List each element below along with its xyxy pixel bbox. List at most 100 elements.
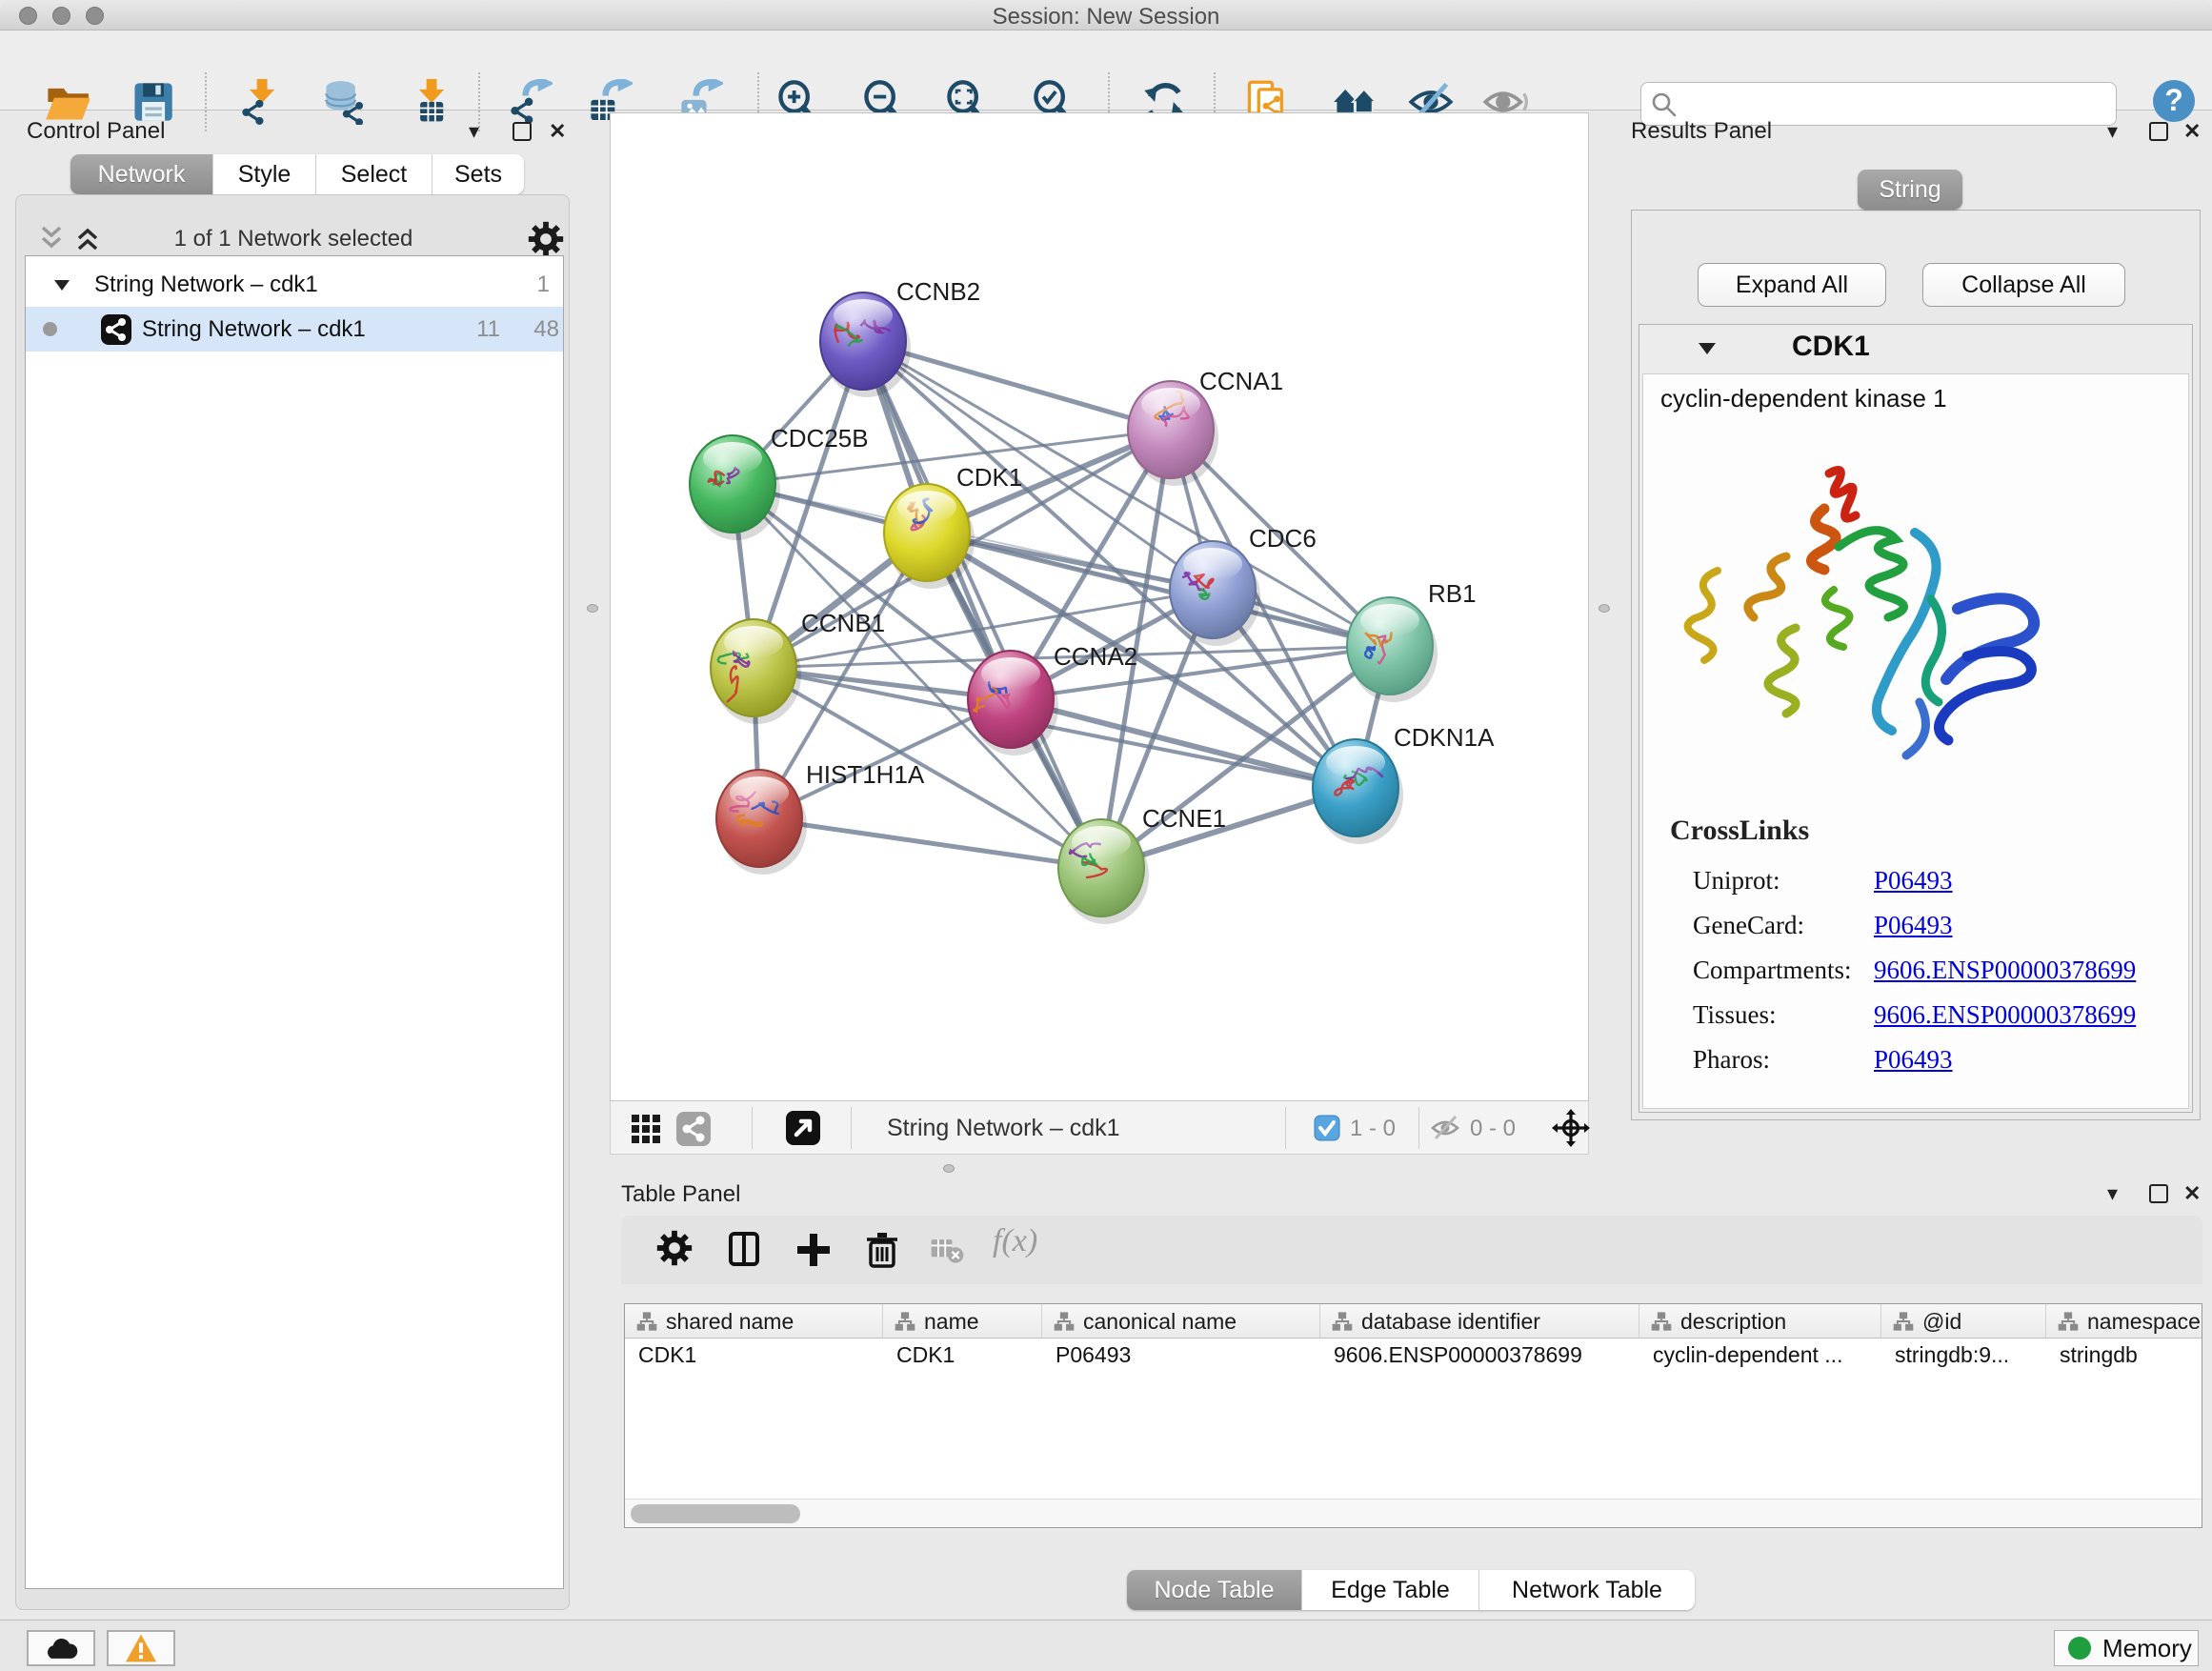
tab-select[interactable]: Select (316, 154, 432, 194)
title-bar: Session: New Session (0, 0, 2212, 30)
node-label-RB1: RB1 (1428, 579, 1477, 608)
crosslink-label-uniprot: Uniprot: (1693, 866, 1780, 896)
network-edges[interactable] (733, 341, 1390, 868)
right-splitter-grip[interactable] (1599, 604, 1610, 613)
network-row-selected[interactable]: String Network – cdk1 11 48 (26, 307, 563, 352)
tab-network[interactable]: Network (70, 154, 213, 194)
control-panel-float-icon[interactable]: ▾ (469, 121, 479, 142)
export-network-button[interactable] (507, 79, 553, 125)
network-edge-count: 48 (502, 316, 559, 343)
delete-column-icon[interactable] (861, 1229, 903, 1271)
table-cell[interactable]: P06493 (1042, 1342, 1320, 1377)
table-cell[interactable]: CDK1 (625, 1342, 883, 1377)
table-cell[interactable]: stringdb:9... (1881, 1342, 2046, 1377)
tab-network-table[interactable]: Network Table (1479, 1570, 1695, 1610)
tab-edge-table[interactable]: Edge Table (1302, 1570, 1479, 1610)
column-header-shared-name[interactable]: shared name (625, 1304, 883, 1339)
table-cell[interactable]: stringdb (2046, 1342, 2202, 1377)
selected-checkbox-icon[interactable] (1314, 1115, 1340, 1141)
network-share-view-icon[interactable] (675, 1111, 712, 1147)
network-collection-row[interactable]: String Network – cdk1 1 (26, 262, 563, 307)
memory-label: Memory (2102, 1634, 2192, 1663)
warnings-button[interactable] (107, 1630, 175, 1666)
help-button[interactable]: ? (2151, 78, 2197, 124)
node-RB1[interactable]: RB1 (1347, 579, 1477, 702)
column-header-id[interactable]: @id (1881, 1304, 2046, 1339)
node-CDC6[interactable]: CDC6 (1170, 524, 1317, 646)
hidden-count: 0 - 0 (1470, 1116, 1516, 1142)
tab-string[interactable]: String (1858, 170, 1962, 210)
node-label-CCNB2: CCNB2 (896, 277, 980, 306)
crosslink-link-pharos[interactable]: P06493 (1874, 1045, 1953, 1075)
application-window: Session: New Session ? Control Panel ▾ ✕… (0, 0, 2212, 1671)
network-canvas[interactable]: CCNB2 CCNA1 CDC25B CDK1 CDC6 RB1 (610, 112, 1589, 1101)
control-panel-maximize-icon[interactable] (513, 122, 532, 141)
node-CDC25B[interactable]: CDC25B (690, 424, 869, 540)
collection-expander-icon[interactable] (52, 277, 71, 292)
node-HIST1H1A[interactable]: HIST1H1A (716, 760, 925, 875)
control-panel-close-icon[interactable]: ✕ (549, 121, 566, 142)
memory-button[interactable]: Memory (2054, 1630, 2199, 1666)
column-header-database-identifier[interactable]: database identifier (1320, 1304, 1639, 1339)
node-label-CCNB1: CCNB1 (801, 609, 885, 637)
table-cell[interactable]: CDK1 (883, 1342, 1042, 1377)
bottom-splitter-grip[interactable] (943, 1164, 955, 1173)
protein-3d-structure (1681, 456, 2053, 792)
add-column-icon[interactable] (793, 1229, 835, 1271)
column-header-canonical-name[interactable]: canonical name (1042, 1304, 1320, 1339)
network-options-gear-icon[interactable] (527, 220, 565, 258)
left-splitter-grip[interactable] (587, 604, 598, 613)
node-table[interactable]: shared name name canonical name database… (624, 1303, 2202, 1528)
results-panel-maximize-icon[interactable] (2149, 122, 2168, 141)
table-panel-close-icon[interactable]: ✕ (2183, 1183, 2201, 1204)
node-CCNB1[interactable]: CCNB1 (711, 609, 885, 724)
crosslink-link-compartments[interactable]: 9606.ENSP00000378699 (1874, 956, 2136, 985)
table-horizontal-scrollbar[interactable] (625, 1499, 2202, 1527)
import-table-button[interactable] (408, 79, 453, 125)
node-CCNE1[interactable]: CCNE1 (1058, 804, 1226, 924)
node-result-expander-icon[interactable] (1697, 340, 1718, 357)
column-header-namespace[interactable]: namespace (2046, 1304, 2202, 1339)
window-title: Session: New Session (0, 4, 2212, 30)
selected-count: 1 - 0 (1350, 1116, 1396, 1142)
import-network-from-database-button[interactable] (322, 79, 368, 125)
collapse-all-button[interactable]: Collapse All (1922, 263, 2125, 307)
crosslink-link-tissues[interactable]: 9606.ENSP00000378699 (1874, 1000, 2136, 1030)
node-label-CCNA1: CCNA1 (1199, 367, 1283, 395)
results-panel-close-icon[interactable]: ✕ (2183, 121, 2201, 142)
node-result-detail: cyclin-dependent kinase 1 CrossLinks Uni… (1642, 373, 2189, 1109)
crosslink-link-uniprot[interactable]: P06493 (1874, 866, 1953, 896)
grid-view-icon[interactable] (630, 1113, 662, 1145)
column-header-name[interactable]: name (883, 1304, 1042, 1339)
search-input[interactable] (1687, 87, 2106, 121)
node-CCNB2[interactable]: CCNB2 (820, 277, 980, 397)
tab-style[interactable]: Style (213, 154, 316, 194)
node-CDKN1A[interactable]: CDKN1A (1313, 723, 1495, 844)
expand-all-button[interactable]: Expand All (1698, 263, 1886, 307)
detach-view-icon[interactable] (784, 1109, 822, 1147)
table-panel-maximize-icon[interactable] (2149, 1184, 2168, 1203)
collection-count: 1 (483, 272, 550, 298)
table-panel-float-icon[interactable]: ▾ (2107, 1183, 2118, 1204)
birdseye-nav-icon[interactable] (1552, 1109, 1590, 1147)
results-panel-float-icon[interactable]: ▾ (2107, 121, 2118, 142)
crosslink-label-genecard: GeneCard: (1693, 911, 1804, 940)
scrollbar-thumb[interactable] (631, 1504, 800, 1523)
string-app-badge-icon (100, 313, 132, 346)
cloud-button[interactable] (27, 1630, 95, 1666)
node-CCNA1[interactable]: CCNA1 (1128, 367, 1283, 486)
column-header-description[interactable]: description (1639, 1304, 1881, 1339)
node-label-HIST1H1A: HIST1H1A (806, 760, 925, 789)
import-network-button[interactable] (238, 79, 284, 125)
network-view-title: String Network – cdk1 (887, 1115, 1120, 1142)
crosslink-link-genecard[interactable]: P06493 (1874, 911, 1953, 940)
tab-node-table[interactable]: Node Table (1127, 1570, 1302, 1610)
delete-table-icon-disabled (928, 1229, 966, 1271)
show-columns-icon[interactable] (724, 1229, 766, 1271)
table-cell[interactable]: 9606.ENSP00000378699 (1320, 1342, 1639, 1377)
status-bar: Memory (0, 1620, 2212, 1671)
table-cell[interactable]: cyclin-dependent ... (1639, 1342, 1881, 1377)
table-options-gear-icon[interactable] (655, 1229, 697, 1271)
tab-sets[interactable]: Sets (432, 154, 524, 194)
network-name: String Network – cdk1 (142, 316, 366, 343)
